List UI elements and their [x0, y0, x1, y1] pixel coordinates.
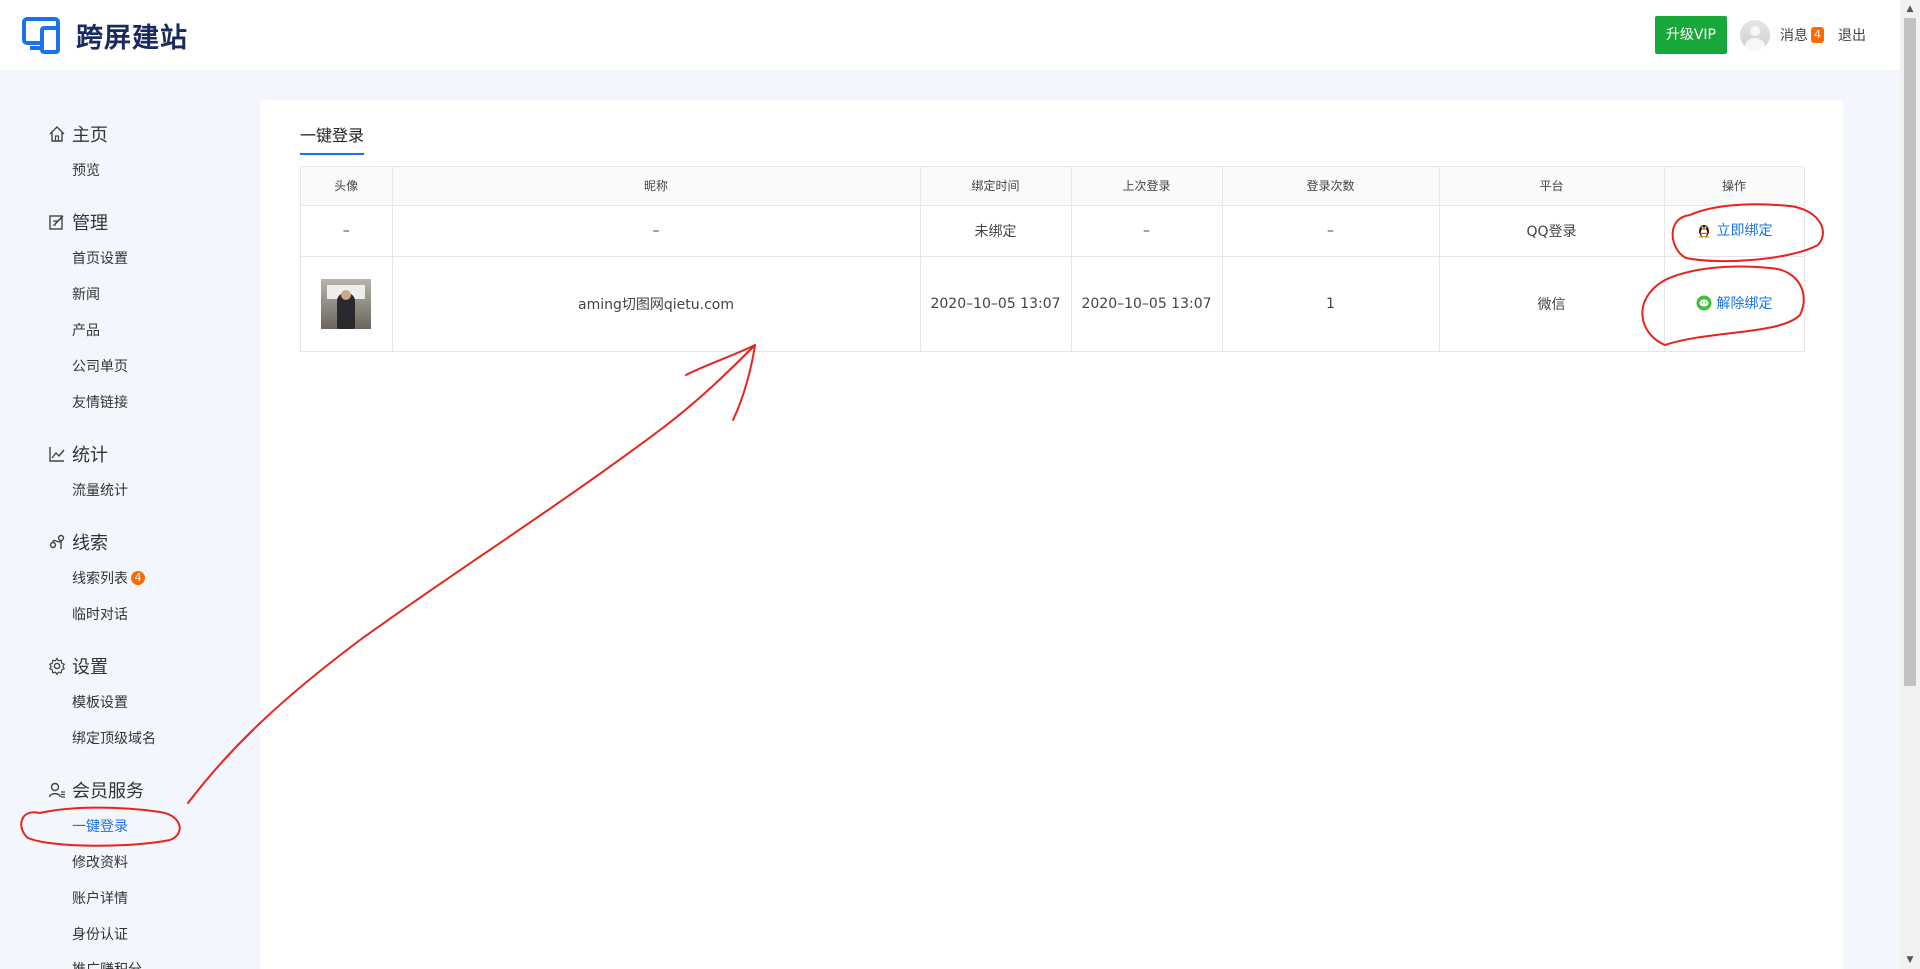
- scroll-down-arrow-icon[interactable]: ▼: [1900, 951, 1920, 969]
- column-header-nickname: 昵称: [392, 167, 921, 206]
- table-row: – – 未绑定 – – QQ登录 立即绑定: [301, 205, 1805, 257]
- nav-group-member-service[interactable]: 会员服务: [48, 778, 144, 802]
- sidebar-item-label: 线索列表: [72, 571, 128, 587]
- gear-icon: [48, 657, 66, 675]
- messages-label: 消息: [1780, 28, 1808, 44]
- sidebar-item-promote-points[interactable]: 推广赚积分: [72, 959, 142, 969]
- header-actions: 升级VIP 消息 4 退出: [1654, 16, 1900, 54]
- wechat-icon: [1696, 295, 1711, 310]
- table-row: aming切图网qietu.com 2020–10–05 13:07 2020–…: [301, 256, 1805, 352]
- cell-platform: QQ登录: [1439, 205, 1665, 257]
- cell-login-count: 1: [1222, 256, 1440, 352]
- cell-action: 解除绑定: [1664, 256, 1805, 352]
- column-header-bind-time: 绑定时间: [920, 167, 1072, 206]
- main-panel: 一键登录 头像 昵称 绑定时间 上次登录 登录次数 平台 操作 – – 未绑定 …: [260, 100, 1843, 969]
- sidebar-item-friend-links[interactable]: 友情链接: [72, 392, 128, 412]
- logout-link[interactable]: 退出: [1838, 25, 1866, 45]
- nav-group-title: 会员服务: [72, 781, 144, 802]
- nav-group-title: 线索: [72, 533, 108, 554]
- messages-badge: 4: [1811, 27, 1824, 43]
- column-header-avatar: 头像: [301, 167, 393, 206]
- cell-avatar: [301, 256, 393, 352]
- logo-mark-icon: [22, 17, 60, 54]
- scroll-up-arrow-icon[interactable]: ▲: [1900, 0, 1920, 18]
- sidebar-item-edit-profile[interactable]: 修改资料: [72, 852, 128, 872]
- cell-bind-time: 2020–10–05 13:07: [920, 256, 1072, 352]
- unbind-button[interactable]: 解除绑定: [1696, 293, 1773, 313]
- sidebar-item-preview[interactable]: 预览: [72, 160, 100, 180]
- user-avatar[interactable]: [1740, 20, 1770, 50]
- nav-group-stats[interactable]: 统计: [48, 442, 108, 466]
- brand-logo[interactable]: 跨屏建站: [22, 16, 188, 54]
- sidebar-item-template-settings[interactable]: 模板设置: [72, 692, 128, 712]
- nav-group-title: 管理: [72, 213, 108, 234]
- column-header-last-login: 上次登录: [1071, 167, 1223, 206]
- sidebar-item-clue-list[interactable]: 线索列表 4: [72, 568, 145, 588]
- nav-group-title: 统计: [72, 445, 108, 466]
- clue-count-badge: 4: [131, 571, 145, 585]
- chart-line-icon: [49, 447, 65, 462]
- qq-penguin-icon: [1698, 224, 1709, 238]
- cell-login-count: –: [1222, 205, 1440, 257]
- scroll-thumb[interactable]: [1904, 18, 1916, 686]
- column-header-platform: 平台: [1439, 167, 1665, 206]
- sidebar-item-company-page[interactable]: 公司单页: [72, 356, 128, 376]
- cell-last-login: –: [1071, 205, 1223, 257]
- cell-avatar: –: [301, 205, 393, 257]
- nav-group-clues[interactable]: 线索: [48, 530, 108, 554]
- nav-group-manage[interactable]: 管理: [48, 210, 108, 234]
- clue-icon: [49, 534, 65, 549]
- upgrade-vip-button[interactable]: 升级VIP: [1654, 16, 1727, 54]
- nav-group-title: 设置: [72, 657, 108, 678]
- user-photo-thumbnail: [321, 278, 372, 329]
- nav-group-settings[interactable]: 设置: [48, 654, 108, 678]
- cell-last-login: 2020–10–05 13:07: [1071, 256, 1223, 352]
- cell-platform: 微信: [1439, 256, 1665, 352]
- member-icon: [48, 782, 65, 798]
- messages-link[interactable]: 消息 4: [1780, 25, 1824, 45]
- cell-action: 立即绑定: [1664, 205, 1805, 257]
- tab-one-click-login[interactable]: 一键登录: [300, 122, 365, 155]
- sidebar-item-home-settings[interactable]: 首页设置: [72, 248, 128, 268]
- nav-group-home[interactable]: 主页: [48, 122, 108, 146]
- sidebar-item-account-details[interactable]: 账户详情: [72, 888, 128, 908]
- column-header-login-count: 登录次数: [1222, 167, 1440, 206]
- table-header-row: 头像 昵称 绑定时间 上次登录 登录次数 平台 操作: [301, 167, 1805, 206]
- login-binding-table: 头像 昵称 绑定时间 上次登录 登录次数 平台 操作 – – 未绑定 – – Q…: [300, 166, 1805, 352]
- page-scrollbar[interactable]: ▲ ▼: [1900, 0, 1920, 969]
- column-header-action: 操作: [1664, 167, 1805, 206]
- cell-bind-time: 未绑定: [920, 205, 1072, 257]
- sidebar-item-news[interactable]: 新闻: [72, 284, 100, 304]
- sidebar-item-identity-verify[interactable]: 身份认证: [72, 924, 128, 944]
- nav-group-title: 主页: [72, 125, 108, 146]
- sidebar-item-traffic[interactable]: 流量统计: [72, 480, 128, 500]
- sidebar-item-one-click-login[interactable]: 一键登录: [72, 816, 128, 836]
- home-icon: [49, 126, 65, 142]
- bind-now-label: 立即绑定: [1716, 222, 1773, 239]
- brand-name: 跨屏建站: [76, 22, 188, 54]
- bind-now-button[interactable]: 立即绑定: [1696, 220, 1773, 240]
- cell-nickname: aming切图网qietu.com: [392, 256, 921, 352]
- edit-icon: [49, 215, 64, 230]
- unbind-label: 解除绑定: [1716, 295, 1773, 312]
- top-header: 跨屏建站 升级VIP 消息 4 退出: [0, 0, 1900, 70]
- sidebar-item-products[interactable]: 产品: [72, 320, 100, 340]
- cell-nickname: –: [392, 205, 921, 257]
- sidebar-item-temp-chat[interactable]: 临时对话: [72, 604, 128, 624]
- sidebar: 主页 预览 管理 首页设置 新闻 产品 公司单页 友情链接 统计 流量统计 线索…: [0, 70, 260, 969]
- sidebar-item-bind-domain[interactable]: 绑定顶级域名: [72, 728, 156, 748]
